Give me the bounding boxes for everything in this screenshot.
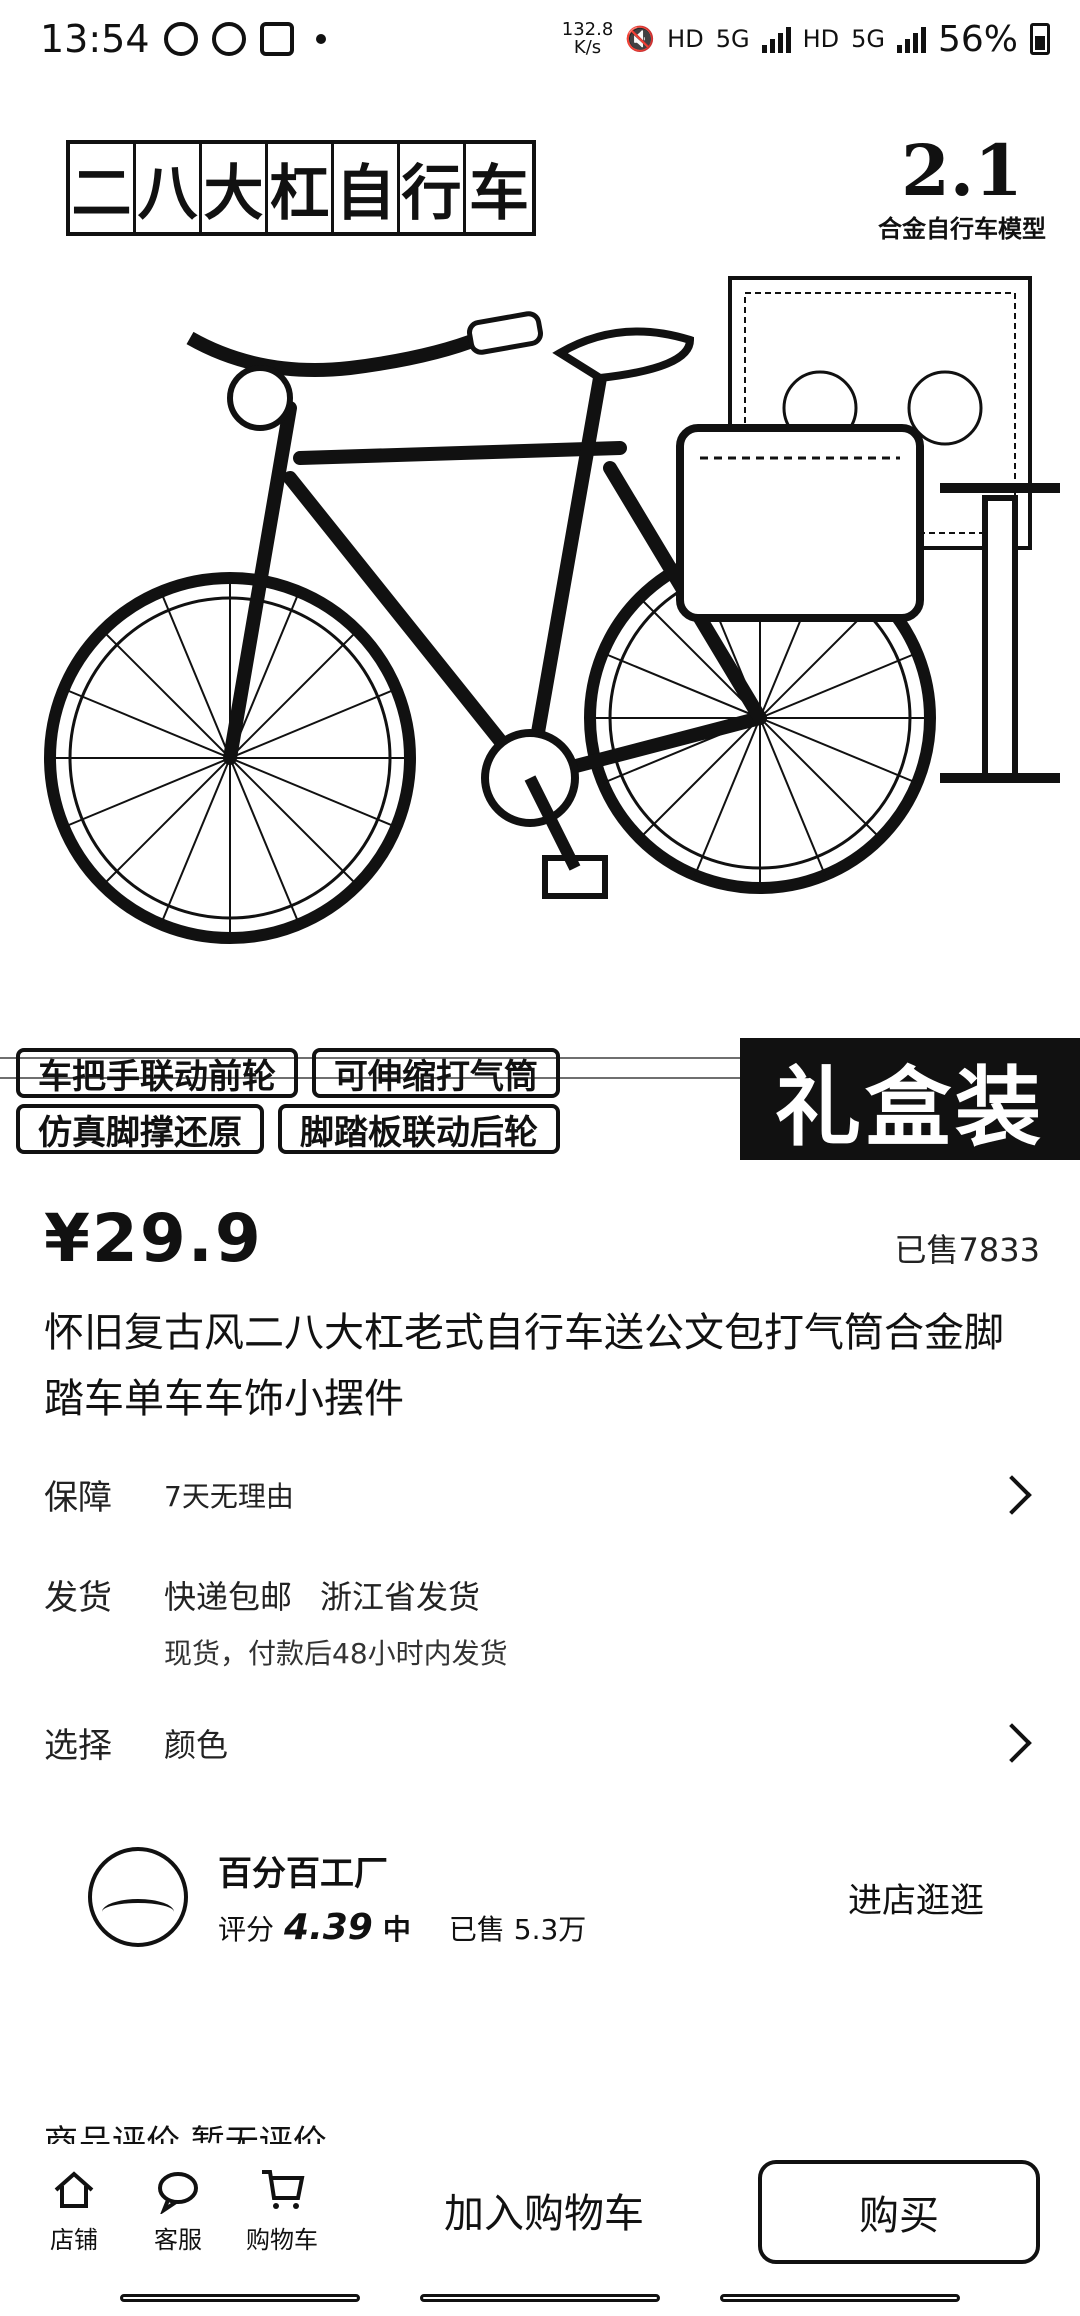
shipping-label: 发货 xyxy=(44,1578,112,1618)
image-title: 二 八 大 杠 自 行 车 xyxy=(66,140,536,236)
shop-avatar[interactable] xyxy=(88,1847,188,1947)
tab-store[interactable]: 店铺 xyxy=(22,2166,126,2255)
brand-logo-mark: 2.1 xyxy=(901,129,1023,212)
sync-icon xyxy=(163,22,198,56)
feature-tag: 可伸缩打气筒 xyxy=(312,1048,560,1098)
tab-label: 客服 xyxy=(154,2225,202,2254)
home-store-icon xyxy=(54,2170,94,2208)
feature-tag: 车把手联动前轮 xyxy=(16,1048,298,1098)
add-to-cart-button[interactable]: 加入购物车 xyxy=(444,2181,644,2239)
shop-sold: 已售 5.3万 xyxy=(448,1913,587,1946)
select-label: 选择 xyxy=(44,1726,112,1766)
feature-row-2: 仿真脚撑还原 脚踏板联动后轮 xyxy=(16,1104,560,1154)
status-time: 13:54 xyxy=(40,17,150,61)
title-char: 行 xyxy=(400,144,466,232)
mute-icon: 🔇 xyxy=(625,25,656,53)
select-value: 颜色 xyxy=(164,1725,229,1764)
gallery-icon xyxy=(259,22,294,56)
hd-label-1: HD xyxy=(667,25,704,53)
shipping-note: 现货，付款后48小时内发货 xyxy=(164,1637,508,1670)
sold-count: 已售7833 xyxy=(894,1231,1040,1269)
guarantee-value: 7天无理由 xyxy=(164,1479,294,1513)
feature-tag: 脚踏板联动后轮 xyxy=(278,1104,560,1154)
shop-level: 中 xyxy=(382,1913,411,1946)
shop-score-label: 评分 xyxy=(218,1913,275,1946)
shop-card[interactable]: 百分百工厂 评分 4.39 中 已售 5.3万 进店逛逛 xyxy=(88,1842,1040,1952)
shipping-method: 快递包邮 xyxy=(164,1577,293,1616)
title-char: 杠 xyxy=(268,144,334,232)
guarantee-label: 保障 xyxy=(44,1478,112,1518)
tab-cart[interactable]: 购物车 xyxy=(230,2166,334,2255)
feature-row-1: 车把手联动前轮 可伸缩打气筒 xyxy=(16,1048,560,1098)
status-bar: 13:54 132.8 K/s 🔇 HD 5G HD 5G 56% xyxy=(0,0,1080,78)
net-type-2: 5G xyxy=(851,25,885,53)
gift-box-badge: 礼盒装 xyxy=(740,1038,1080,1160)
title-char: 车 xyxy=(469,158,529,229)
brand-subtitle: 合金自行车模型 xyxy=(878,214,1046,243)
battery-percent: 56% xyxy=(937,18,1018,60)
signal-icon-1 xyxy=(761,25,791,53)
more-notifications-icon xyxy=(315,34,326,44)
shopping-cart-icon xyxy=(262,2169,305,2209)
reviews-section-title: 商品评价 暂无评价 xyxy=(44,2123,327,2144)
shipping-row: 发货 快递包邮 浙江省发货 xyxy=(44,1570,1040,1619)
product-image[interactable]: 二 八 大 杠 自 行 车 2.1 合金自行车模型 车把手联动前轮 可伸缩打气筒… xyxy=(0,78,1080,1160)
gesture-handle-center[interactable] xyxy=(420,2294,660,2302)
feature-tag: 仿真脚撑还原 xyxy=(16,1104,264,1154)
title-char: 八 xyxy=(136,144,202,232)
title-char: 大 xyxy=(202,144,268,232)
select-options-row[interactable]: 选择 颜色 xyxy=(44,1718,1040,1767)
shop-score: 4.39 xyxy=(284,1907,373,1948)
product-title: 怀旧复古风二八大杠老式自行车送公文包打气筒合金脚踏车单车车饰小摆件 xyxy=(44,1310,1004,1422)
chat-bubble-icon xyxy=(211,22,246,56)
battery-icon xyxy=(1030,23,1050,55)
network-speed: 132.8 K/s xyxy=(561,19,614,58)
gesture-handle-left[interactable] xyxy=(120,2294,360,2302)
tab-label: 购物车 xyxy=(246,2225,318,2254)
shop-name: 百分百工厂 xyxy=(218,1854,388,1894)
enter-shop-button[interactable]: 进店逛逛 xyxy=(848,1873,984,1922)
price: ¥29.9 xyxy=(44,1200,263,1277)
guarantee-row[interactable]: 保障 7天无理由 xyxy=(44,1470,1040,1519)
title-char: 二 xyxy=(70,144,136,232)
buy-button[interactable]: 购买 xyxy=(758,2160,1040,2264)
chat-bubble-icon xyxy=(158,2171,198,2214)
hd-label-2: HD xyxy=(802,25,840,53)
brand-logo: 2.1 合金自行车模型 xyxy=(878,132,1046,244)
tab-label: 店铺 xyxy=(50,2225,98,2254)
shipping-origin: 浙江省发货 xyxy=(320,1577,481,1616)
bottom-action-bar: 店铺 客服 购物车 加入购物车 购买 xyxy=(0,2150,1080,2270)
gesture-handle-right[interactable] xyxy=(720,2294,960,2302)
title-char: 自 xyxy=(334,144,400,232)
signal-icon-2 xyxy=(896,25,926,53)
tab-customer-service[interactable]: 客服 xyxy=(126,2166,230,2255)
chevron-right-icon xyxy=(992,1474,1032,1515)
price-row: ¥29.9 已售7833 xyxy=(44,1200,1040,1277)
net-type-1: 5G xyxy=(715,25,750,53)
chevron-right-icon xyxy=(992,1722,1032,1763)
